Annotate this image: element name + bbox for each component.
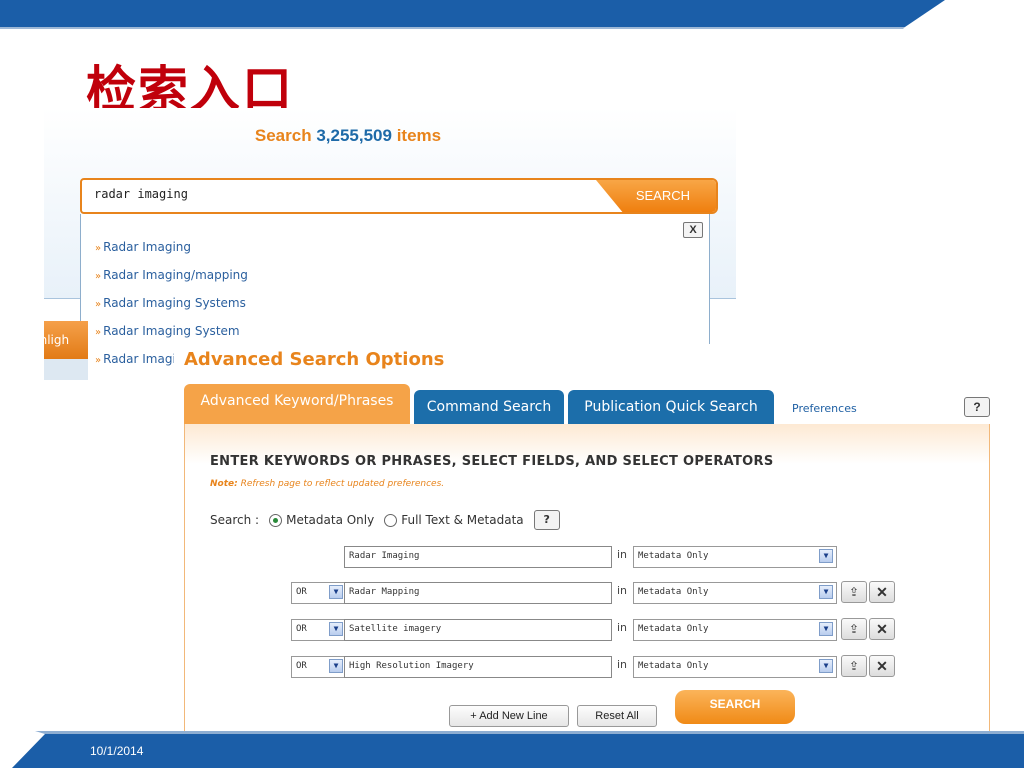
- bullet-icon: »: [95, 327, 102, 338]
- advanced-search-button[interactable]: SEARCH: [675, 690, 795, 724]
- suggestion-label: Radar Imaging System: [103, 324, 240, 338]
- field-select[interactable]: Metadata Only ▼: [633, 619, 837, 641]
- radio-metadata-only[interactable]: [269, 513, 283, 527]
- preferences-link[interactable]: Preferences: [792, 402, 857, 415]
- chevron-down-icon: ▼: [819, 585, 833, 599]
- move-up-icon[interactable]: ⇪: [841, 618, 867, 640]
- advanced-search-screenshot: Advanced Search Options Advanced Keyword…: [174, 344, 1000, 744]
- bullet-icon: »: [95, 271, 102, 282]
- keyword-input[interactable]: High Resolution Imagery: [344, 656, 612, 678]
- bullet-icon: »: [95, 243, 102, 254]
- close-icon[interactable]: X: [683, 222, 703, 238]
- keyword-input[interactable]: Radar Mapping: [344, 582, 612, 604]
- in-label: in: [617, 548, 628, 561]
- tab-command-search[interactable]: Command Search: [414, 390, 564, 424]
- suggestion-item[interactable]: » Radar Imaging/mapping: [95, 268, 248, 282]
- reset-all-button[interactable]: Reset All: [577, 705, 657, 727]
- keyword-input[interactable]: Radar Imaging: [344, 546, 612, 568]
- note-label: Note:: [210, 479, 238, 489]
- quick-search-input[interactable]: radar imaging SEARCH: [80, 178, 718, 214]
- heading-word: Search: [254, 126, 312, 145]
- search-scope-label: Search :: [210, 513, 260, 527]
- tab-publication-quick-search[interactable]: Publication Quick Search: [568, 390, 774, 424]
- delete-row-icon[interactable]: ✕: [869, 655, 895, 677]
- scope-help-button[interactable]: ?: [533, 510, 560, 530]
- chevron-down-icon: ▼: [819, 549, 833, 563]
- suggestion-label: Radar Imaging: [103, 240, 192, 254]
- field-select[interactable]: Metadata Only ▼: [633, 546, 837, 568]
- suggestion-item[interactable]: » Radar Imaging Systems: [95, 296, 246, 310]
- field-value: Metadata Only: [638, 624, 709, 634]
- in-label: in: [617, 621, 628, 634]
- chevron-down-icon: ▼: [329, 622, 343, 636]
- side-strip: [44, 359, 88, 380]
- radio-metadata-label: Metadata Only: [286, 513, 375, 527]
- search-input-value: radar imaging: [94, 187, 188, 201]
- item-count: 3,255,509: [316, 126, 392, 145]
- slide-bottom-band: [12, 731, 1024, 768]
- advanced-search-title: Advanced Search Options: [184, 349, 445, 370]
- field-value: Metadata Only: [638, 587, 709, 597]
- suggestion-label: Radar Imaging/mapping: [103, 268, 248, 282]
- quick-search-screenshot: Search 3,255,509 items radar imaging SEA…: [44, 108, 736, 380]
- operator-value: OR: [296, 587, 307, 597]
- in-label: in: [617, 584, 628, 597]
- field-select[interactable]: Metadata Only ▼: [633, 656, 837, 678]
- suggestion-item[interactable]: » Radar Imaging System: [95, 324, 240, 338]
- form-heading: ENTER KEYWORDS OR PHRASES, SELECT FIELDS…: [210, 454, 774, 469]
- move-up-icon[interactable]: ⇪: [841, 581, 867, 603]
- keyword-value: High Resolution Imagery: [349, 661, 474, 671]
- advanced-search-form: ENTER KEYWORDS OR PHRASES, SELECT FIELDS…: [184, 424, 990, 744]
- chevron-down-icon: ▼: [819, 659, 833, 673]
- note-text: Refresh page to reflect updated preferen…: [240, 479, 445, 489]
- chevron-down-icon: ▼: [819, 622, 833, 636]
- suggestion-label: Radar Imaging Systems: [103, 296, 246, 310]
- suggestion-item[interactable]: » Radar Imaging: [95, 240, 191, 254]
- operator-value: OR: [296, 624, 307, 634]
- add-new-line-button[interactable]: + Add New Line: [449, 705, 569, 727]
- operator-value: OR: [296, 661, 307, 671]
- operator-select[interactable]: OR ▼: [291, 582, 347, 604]
- keyword-value: Radar Mapping: [349, 587, 420, 597]
- search-count-heading: Search 3,255,509 items: [44, 126, 652, 146]
- move-up-icon[interactable]: ⇪: [841, 655, 867, 677]
- keyword-input[interactable]: Satellite imagery: [344, 619, 612, 641]
- chevron-down-icon: ▼: [329, 659, 343, 673]
- operator-select[interactable]: OR ▼: [291, 619, 347, 641]
- form-note: Note: Refresh page to reflect updated pr…: [210, 479, 444, 489]
- help-button[interactable]: ?: [964, 397, 990, 417]
- search-scope-row: Search : Metadata Only Full Text & Metad…: [210, 510, 560, 530]
- operator-select[interactable]: OR ▼: [291, 656, 347, 678]
- radio-fulltext-label: Full Text & Metadata: [401, 513, 524, 527]
- slide-date: 10/1/2014: [90, 744, 144, 758]
- add-new-line-label: Add New Line: [479, 710, 548, 722]
- highlight-tab[interactable]: ghligh: [44, 321, 88, 359]
- bullet-icon: »: [95, 355, 102, 366]
- keyword-value: Radar Imaging: [349, 551, 420, 561]
- delete-row-icon[interactable]: ✕: [869, 618, 895, 640]
- slide-top-band: [0, 0, 945, 29]
- keyword-value: Satellite imagery: [349, 624, 442, 634]
- radio-full-text[interactable]: [384, 513, 398, 527]
- search-button[interactable]: SEARCH: [596, 180, 716, 212]
- tab-advanced-keyword[interactable]: Advanced Keyword/Phrases: [184, 384, 410, 424]
- field-value: Metadata Only: [638, 551, 709, 561]
- delete-row-icon[interactable]: ✕: [869, 581, 895, 603]
- field-value: Metadata Only: [638, 661, 709, 671]
- in-label: in: [617, 658, 628, 671]
- bullet-icon: »: [95, 299, 102, 310]
- field-select[interactable]: Metadata Only ▼: [633, 582, 837, 604]
- plus-icon: +: [470, 710, 477, 722]
- heading-suffix: items: [396, 126, 442, 145]
- chevron-down-icon: ▼: [329, 585, 343, 599]
